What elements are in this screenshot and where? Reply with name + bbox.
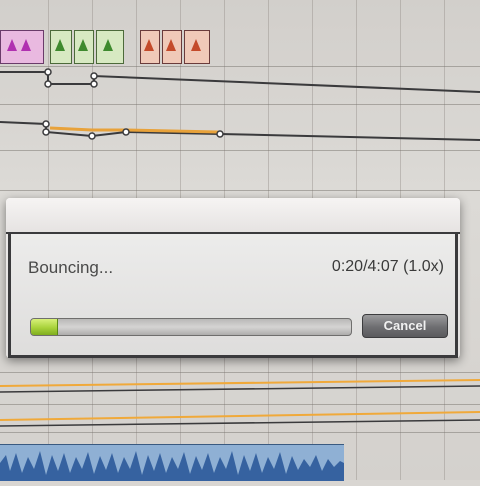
bounce-status-label: Bouncing... [28,258,114,277]
circle-node-icon[interactable] [44,80,52,88]
bounce-progress-bar [30,318,352,336]
circle-node-icon[interactable] [44,68,52,76]
bounce-time-readout: 0:20/4:07 (1.0x) [331,258,444,275]
circle-node-icon[interactable] [42,128,50,136]
circle-node-icon[interactable] [122,128,130,136]
bounce-progress-fill [31,319,58,335]
audio-region[interactable] [0,444,344,481]
circle-node-icon[interactable] [90,72,98,80]
dialog-titlebar[interactable] [6,198,460,234]
bounce-dialog: Bouncing... 0:20/4:07 (1.0x) Cancel [6,198,460,358]
cancel-button[interactable]: Cancel [362,314,448,338]
circle-node-icon[interactable] [90,80,98,88]
circle-node-icon[interactable] [42,120,50,128]
automation-lane-1 [0,68,480,93]
dialog-body [8,234,458,358]
circle-node-icon[interactable] [88,132,96,140]
circle-node-icon[interactable] [216,130,224,138]
waveform-icon [0,451,344,481]
track-highlights [0,379,480,427]
automation-lane-2 [0,120,480,141]
